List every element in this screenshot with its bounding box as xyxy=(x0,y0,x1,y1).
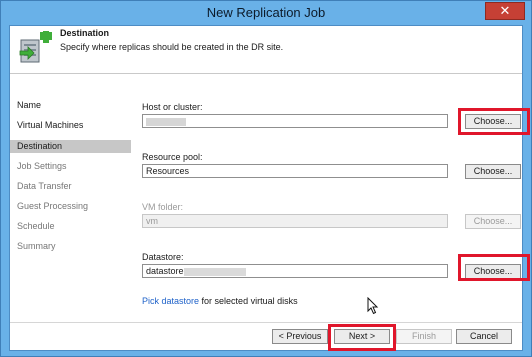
step-summary: Summary xyxy=(17,241,56,251)
datastore-choose-highlight xyxy=(458,254,530,281)
step-schedule: Schedule xyxy=(17,221,55,231)
step-guest-processing: Guest Processing xyxy=(17,201,89,211)
wizard-header: Destination Specify where replicas shoul… xyxy=(10,26,522,74)
resource-pool-field[interactable]: Resources xyxy=(142,164,448,178)
resource-pool-label: Resource pool: xyxy=(142,152,203,162)
pick-datastore-row: Pick datastore for selected virtual disk… xyxy=(142,296,298,306)
next-highlight xyxy=(328,324,396,351)
step-description: Specify where replicas should be created… xyxy=(60,42,284,52)
step-name[interactable]: Name xyxy=(10,99,131,112)
step-data-transfer: Data Transfer xyxy=(17,181,72,191)
resource-pool-choose-button[interactable]: Choose... xyxy=(465,164,521,179)
wizard-steps: Name Virtual Machines Destination Job Se… xyxy=(10,74,136,321)
step-virtual-machines[interactable]: Virtual Machines xyxy=(10,119,131,132)
datastore-label: Datastore: xyxy=(142,252,184,262)
wizard-footer: < Previous Next > Finish Cancel xyxy=(10,322,522,351)
cancel-button[interactable]: Cancel xyxy=(456,329,512,344)
wizard-window: New Replication Job ✕ Destination Specif… xyxy=(0,0,532,357)
step-title: Destination xyxy=(60,28,110,38)
vm-folder-field: vm xyxy=(142,214,448,228)
host-choose-highlight xyxy=(458,108,530,135)
redacted-host-value xyxy=(146,117,186,126)
step-job-settings: Job Settings xyxy=(17,161,67,171)
mouse-cursor-icon xyxy=(367,297,379,315)
window-title: New Replication Job xyxy=(206,5,326,20)
redacted-datastore-detail xyxy=(183,267,246,276)
pick-datastore-link[interactable]: Pick datastore xyxy=(142,296,199,306)
title-bar: New Replication Job ✕ xyxy=(1,1,531,25)
previous-button[interactable]: < Previous xyxy=(272,329,328,344)
finish-button: Finish xyxy=(396,329,452,344)
vm-folder-choose-button: Choose... xyxy=(465,214,521,229)
replication-destination-icon xyxy=(19,31,52,63)
datastore-value: datastore xyxy=(146,266,184,276)
close-icon: ✕ xyxy=(499,3,511,18)
vm-folder-label: VM folder: xyxy=(142,202,184,212)
close-button[interactable]: ✕ xyxy=(485,2,525,20)
datastore-field[interactable]: datastore xyxy=(142,264,448,278)
pick-datastore-text: for selected virtual disks xyxy=(201,296,298,306)
step-destination[interactable]: Destination xyxy=(10,140,131,153)
wizard-content: Destination Specify where replicas shoul… xyxy=(9,25,530,351)
destination-form: Host or cluster: Choose... Resource pool… xyxy=(142,74,530,321)
host-field[interactable] xyxy=(142,114,448,128)
host-label: Host or cluster: xyxy=(142,102,203,112)
